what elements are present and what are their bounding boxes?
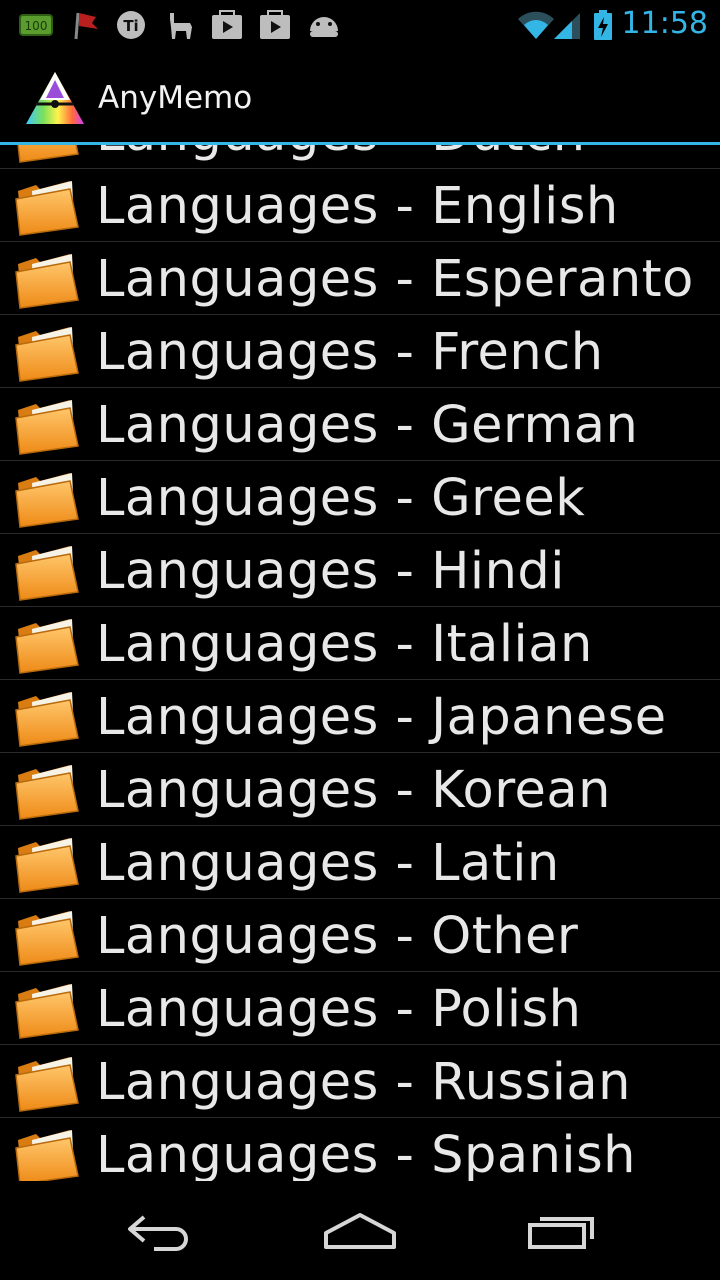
folder-icon [15,254,79,309]
folder-list-item[interactable]: Languages - Polish [0,972,720,1045]
battery-100-icon: 100 [19,14,53,36]
folder-name: Languages - English [96,177,619,236]
folder-name: Languages - Dutch [96,145,586,163]
anymemo-logo-icon[interactable] [24,70,86,126]
play-store-icon [260,10,290,39]
folder-list-item[interactable]: Languages - Greek [0,461,720,534]
status-bar: 100 Ti 11:58 [0,0,720,50]
navigation-bar [0,1181,720,1280]
folder-list-item[interactable]: Languages - Dutch [0,145,720,169]
folder-name: Languages - Japanese [96,688,667,747]
recent-apps-button[interactable] [512,1203,612,1259]
folder-icon [17,145,79,163]
folder-name: Languages - German [96,396,639,455]
folder-list-item[interactable]: Languages - Japanese [0,680,720,753]
folder-name: Languages - Other [96,907,579,966]
folder-list-item[interactable]: Languages - Italian [0,607,720,680]
folder-name: Languages - Spanish [96,1126,636,1181]
folder-name: Languages - Korean [96,761,611,820]
folder-icon [15,911,79,966]
folder-list-item[interactable]: Languages - Russian [0,1045,720,1118]
folder-list-item[interactable]: Languages - Latin [0,826,720,899]
llama-icon [170,13,192,39]
folder-icon [15,327,79,382]
folder-list-item[interactable]: Languages - German [0,388,720,461]
svg-text:Ti: Ti [123,17,138,35]
folder-name: Languages - Russian [96,1053,631,1112]
play-store-icon [212,10,242,39]
folder-list-item[interactable]: Languages - English [0,169,720,242]
flag-icon [74,12,98,40]
folder-icon [15,619,79,674]
folder-list-item[interactable]: Languages - French [0,315,720,388]
folder-list-content: Languages - Dutch Languages - English La… [0,145,720,1181]
clock: 11:58 [621,6,708,41]
folder-icon [15,1057,79,1112]
ti-icon: Ti [117,11,145,39]
folder-list-item[interactable]: Languages - Hindi [0,534,720,607]
folder-icon [15,1130,79,1181]
home-icon [324,1213,396,1249]
folder-name: Languages - Polish [96,980,582,1039]
wifi-icon [518,11,554,39]
folder-name: Languages - French [96,323,604,382]
folder-icon [15,473,79,528]
folder-icon [15,181,79,236]
folder-list[interactable]: Languages - Dutch Languages - English La… [0,145,720,1181]
folder-icon [15,765,79,820]
app-title: AnyMemo [98,80,253,116]
folder-list-item[interactable]: Languages - Esperanto [0,242,720,315]
recent-apps-icon [528,1217,594,1249]
battery-badge-text: 100 [25,19,48,33]
battery-charging-icon [594,10,612,40]
folder-name: Languages - Greek [96,469,586,528]
folder-name: Languages - Italian [96,615,593,674]
folder-icon [15,400,79,455]
folder-list-item[interactable]: Languages - Spanish [0,1118,720,1181]
back-button[interactable] [110,1203,210,1259]
android-icon [310,17,338,37]
back-icon [128,1215,188,1251]
folder-list-item[interactable]: Languages - Other [0,899,720,972]
folder-icon [15,692,79,747]
folder-icon [15,546,79,601]
folder-icon [15,984,79,1039]
home-button[interactable] [310,1203,410,1259]
folder-list-item[interactable]: Languages - Korean [0,753,720,826]
signal-icon [554,13,580,39]
folder-icon [15,838,79,893]
folder-name: Languages - Esperanto [96,250,694,309]
folder-name: Languages - Hindi [96,542,565,601]
folder-name: Languages - Latin [96,834,560,893]
action-bar: AnyMemo [0,50,720,144]
